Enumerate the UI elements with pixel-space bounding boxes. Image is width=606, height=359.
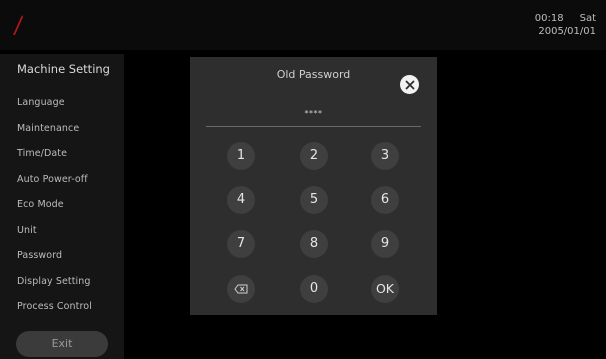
top-bar: 00:18 Sat 2005/01/01 (0, 0, 606, 50)
key-5[interactable]: 5 (300, 186, 328, 214)
key-2[interactable]: 2 (300, 142, 328, 170)
sidebar-item-eco-mode[interactable]: Eco Mode (0, 192, 124, 218)
clock-date: 2005/01/01 (538, 26, 596, 37)
password-field[interactable]: **** (190, 109, 437, 118)
exit-button[interactable]: Exit (16, 331, 108, 357)
key-4[interactable]: 4 (227, 186, 255, 214)
backspace-icon (234, 284, 248, 294)
clock-day: Sat (579, 13, 596, 24)
sidebar-item-maintenance[interactable]: Maintenance (0, 116, 124, 142)
sidebar-item-unit[interactable]: Unit (0, 218, 124, 244)
sidebar-item-auto-power-off[interactable]: Auto Power-off (0, 167, 124, 193)
password-underline (206, 126, 421, 127)
close-icon (405, 80, 414, 89)
sidebar-item-process-control[interactable]: Process Control (0, 294, 124, 320)
sidebar-item-time-date[interactable]: Time/Date (0, 141, 124, 167)
sidebar-item-language[interactable]: Language (0, 90, 124, 116)
clock: 00:18 Sat 2005/01/01 (535, 12, 596, 38)
sidebar-item-display-setting[interactable]: Display Setting (0, 269, 124, 295)
sidebar-item-password[interactable]: Password (0, 243, 124, 269)
close-button[interactable] (400, 75, 419, 94)
key-7[interactable]: 7 (227, 230, 255, 258)
key-3[interactable]: 3 (371, 142, 399, 170)
key-9[interactable]: 9 (371, 230, 399, 258)
key-0[interactable]: 0 (300, 275, 328, 303)
clock-time: 00:18 (534, 13, 564, 24)
sidebar-title: Machine Setting (17, 62, 110, 76)
sidebar: Machine Setting Language Maintenance Tim… (0, 54, 124, 359)
brand-logo (13, 15, 23, 35)
key-8[interactable]: 8 (300, 230, 328, 258)
password-dialog: Old Password **** 1 2 3 4 5 6 7 8 9 0 OK (190, 57, 437, 315)
sidebar-menu: Language Maintenance Time/Date Auto Powe… (0, 90, 124, 320)
key-1[interactable]: 1 (227, 142, 255, 170)
key-backspace[interactable] (227, 275, 255, 303)
key-ok[interactable]: OK (371, 275, 399, 303)
key-6[interactable]: 6 (371, 186, 399, 214)
dialog-title: Old Password (276, 68, 351, 81)
